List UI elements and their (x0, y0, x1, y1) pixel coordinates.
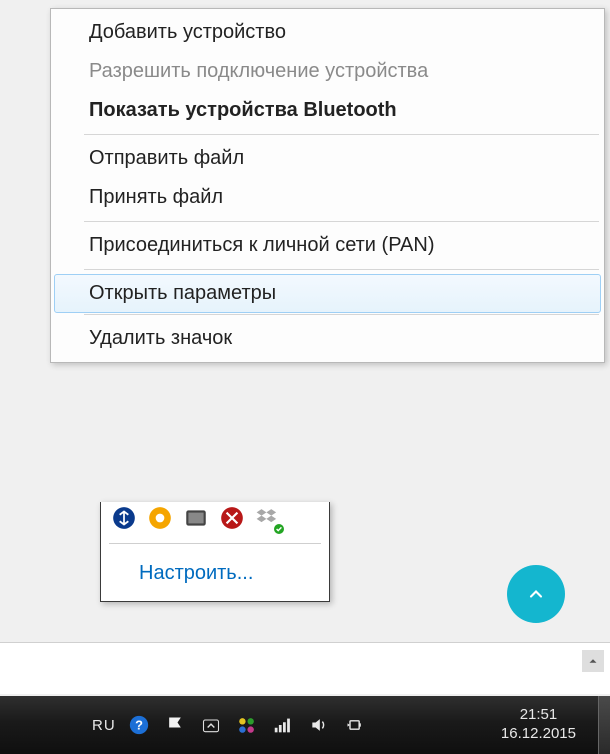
homegroup-icon[interactable] (234, 712, 260, 738)
clock[interactable]: 21:51 16.12.2015 (501, 706, 576, 744)
volume-icon[interactable] (306, 712, 332, 738)
tray-overflow-icon[interactable] (198, 712, 224, 738)
sync-ok-badge (273, 523, 285, 535)
menu-add-device[interactable]: Добавить устройство (54, 13, 601, 52)
menu-show-devices[interactable]: Показать устройства Bluetooth (54, 91, 601, 130)
separator (84, 221, 599, 222)
svg-text:?: ? (135, 718, 143, 733)
separator (84, 134, 599, 135)
clock-date: 16.12.2015 (501, 725, 576, 744)
tray-app-icon[interactable] (219, 505, 245, 531)
menu-remove-icon[interactable]: Удалить значок (54, 319, 601, 358)
tray-app-icon[interactable] (183, 505, 209, 531)
tray-app-icon[interactable] (147, 505, 173, 531)
caret-up-icon (586, 654, 600, 668)
bluetooth-context-menu: Добавить устройство Разрешить подключени… (50, 8, 605, 363)
separator (109, 543, 321, 544)
tray-overflow-popup: Настроить... (100, 502, 330, 602)
language-indicator[interactable]: RU (92, 717, 116, 734)
dropbox-icon[interactable] (255, 505, 281, 531)
show-desktop-button[interactable] (598, 696, 610, 754)
help-icon[interactable]: ? (126, 712, 152, 738)
customize-link[interactable]: Настроить... (101, 548, 329, 601)
menu-send-file[interactable]: Отправить файл (54, 139, 601, 178)
chevron-up-icon (526, 584, 546, 604)
scroll-up-button[interactable] (582, 650, 604, 672)
tray-app-icon[interactable] (111, 505, 137, 531)
menu-open-settings[interactable]: Открыть параметры (54, 274, 601, 313)
power-icon[interactable] (342, 712, 368, 738)
action-center-icon[interactable] (162, 712, 188, 738)
menu-allow-connection: Разрешить подключение устройства (54, 52, 601, 91)
taskbar: RU ? 21:51 16.12.2015 (0, 696, 610, 754)
menu-receive-file[interactable]: Принять файл (54, 178, 601, 217)
wifi-icon[interactable] (270, 712, 296, 738)
page-footer-strip (0, 642, 610, 694)
tray-icons-grid (101, 502, 329, 539)
menu-join-pan[interactable]: Присоединиться к личной сети (PAN) (54, 226, 601, 265)
separator (84, 269, 599, 270)
separator (84, 314, 599, 315)
clock-time: 21:51 (501, 706, 576, 725)
scroll-to-top-button[interactable] (507, 565, 565, 623)
